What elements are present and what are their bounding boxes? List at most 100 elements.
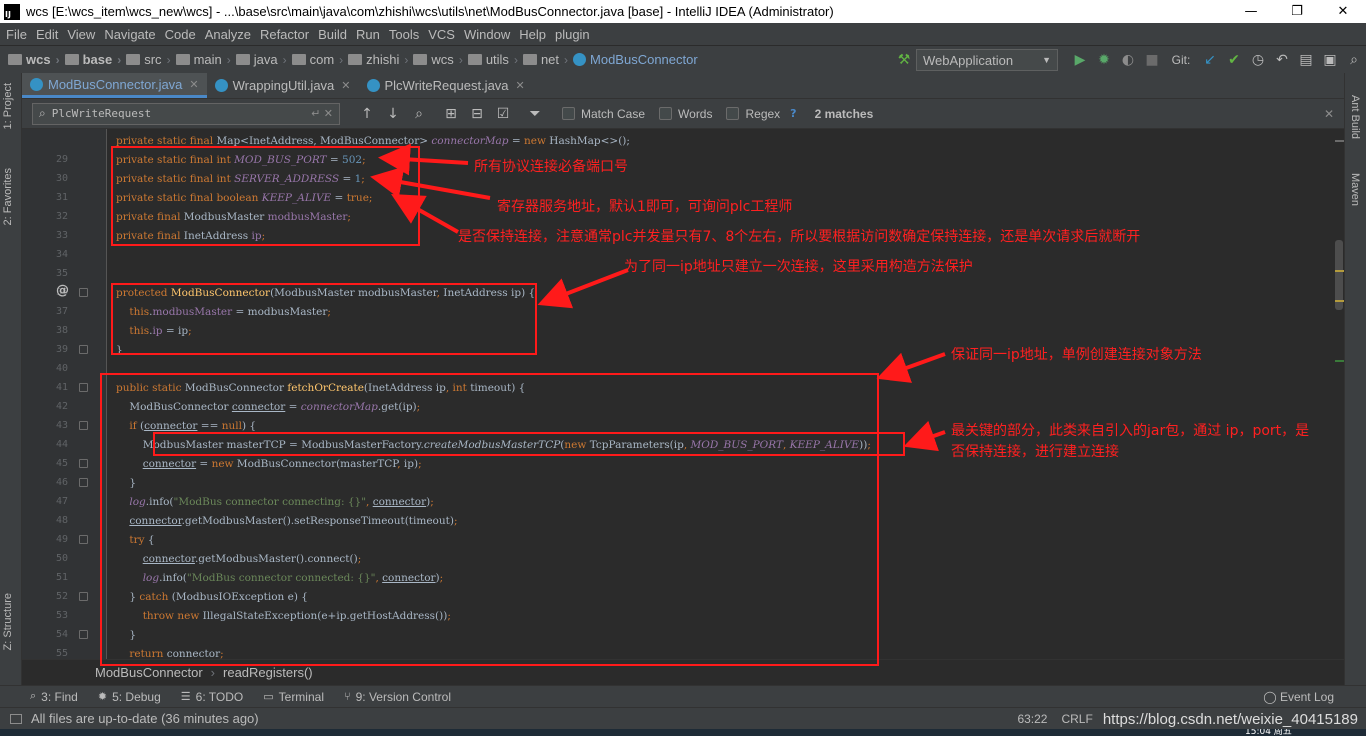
fold-marker-icon[interactable] [79,421,88,430]
menu-plugin[interactable]: plugin [555,27,590,42]
close-tab-icon[interactable]: ✕ [189,78,198,91]
menu-file[interactable]: File [6,27,27,42]
menu-window[interactable]: Window [464,27,510,42]
fold-marker-icon[interactable] [79,383,88,392]
tab-wrappingutil[interactable]: WrappingUtil.java ✕ [207,73,359,98]
previous-occurrence-icon[interactable]: ↑ [354,106,380,122]
todo-icon: ☰ [180,691,191,703]
menu-analyze[interactable]: Analyze [205,27,251,42]
close-button[interactable]: ✕ [1320,0,1366,23]
regex-checkbox[interactable]: Regex [726,107,780,121]
build-hammer-icon[interactable]: ⚒ [892,49,916,71]
version-control-tool-button[interactable]: ⑂ 9: Version Control [344,690,451,704]
override-at-icon[interactable]: @ [56,283,69,298]
debug-icon[interactable]: ✹ [1092,49,1116,71]
class-icon [573,53,587,66]
menu-navigate[interactable]: Navigate [104,27,155,42]
breadcrumb-class[interactable]: ModBusConnector [95,665,203,680]
search-icon: ⌕ [30,690,37,702]
crumb-wcs[interactable]: wcs › [8,52,65,67]
line-separator[interactable]: CRLF [1061,712,1092,726]
crumb-net[interactable]: net › [522,52,573,67]
find-all-icon[interactable]: ⌕ [406,106,432,122]
fold-marker-icon[interactable] [79,535,88,544]
terminal-tool-button[interactable]: ▭ Terminal [263,690,324,704]
coverage-icon[interactable]: ◐ [1116,49,1140,71]
caret-position[interactable]: 63:22 [1017,712,1047,726]
history-icon[interactable]: ◷ [1246,49,1270,71]
event-log-button[interactable]: ◯ Event Log [1263,690,1334,704]
fold-marker-icon[interactable] [79,478,88,487]
project-structure-icon[interactable]: ▤ [1294,49,1318,71]
ant-build-tool-tab[interactable]: Ant Build [1349,95,1361,139]
select-all-occurrences-icon[interactable]: ☑ [490,106,516,122]
regex-help-icon[interactable]: ? [790,107,796,120]
menu-run[interactable]: Run [356,27,380,42]
crumb-src[interactable]: src › [126,52,175,67]
find-tool-button[interactable]: ⌕ 3: Find [30,690,78,704]
search-everywhere-icon[interactable]: ⌕ [1342,49,1366,71]
close-tab-icon[interactable]: ✕ [341,79,350,92]
menu-code[interactable]: Code [165,27,196,42]
search-input[interactable]: ⌕ PlcWriteRequest ↵ ✕ [32,102,340,125]
navigation-bar: wcs › base › src › main › java › com › zhishi ›… [0,45,1366,73]
fold-marker-icon[interactable] [79,459,88,468]
annotation-create-master-1: 最关键的部分，此类来自引入的jar包，通过 ip，port，是 [951,423,1310,439]
git-update-icon[interactable]: ↙ [1198,49,1222,71]
add-selection-icon[interactable]: ⊞ [438,106,464,122]
menu-refactor[interactable]: Refactor [260,27,309,42]
editor-breadcrumb: ModBusConnector › readRegisters() [22,659,1344,685]
fold-marker-icon[interactable] [79,592,88,601]
run-config-select[interactable]: WebApplication ▼ [916,49,1058,71]
close-find-icon[interactable]: ✕ [1324,107,1334,121]
crumb-wcs-pkg[interactable]: wcs › [413,52,467,67]
close-tab-icon[interactable]: ✕ [516,79,525,92]
maximize-button[interactable]: ❐ [1274,0,1320,23]
words-checkbox[interactable]: Words [659,107,712,121]
scroll-marker [1335,300,1344,302]
menu-tools[interactable]: Tools [389,27,419,42]
structure-tool-tab[interactable]: Z: Structure [2,593,14,650]
tab-modbusconnector[interactable]: ModBusConnector.java ✕ [22,73,207,98]
crumb-main[interactable]: main › [175,52,236,67]
scroll-marker [1335,270,1344,272]
menu-build[interactable]: Build [318,27,347,42]
crumb-utils[interactable]: utils › [467,52,523,67]
window-icon[interactable]: ▣ [1318,49,1342,71]
crumb-base[interactable]: base › [64,52,127,67]
crumb-class[interactable]: ModBusConnector [573,52,698,67]
maven-tool-tab[interactable]: Maven [1349,173,1361,206]
favorites-tool-tab[interactable]: 2: Favorites [2,168,14,225]
menu-edit[interactable]: Edit [36,27,58,42]
todo-tool-button[interactable]: ☰ 6: TODO [181,690,243,704]
breadcrumb-method[interactable]: readRegisters() [223,665,313,680]
match-case-checkbox[interactable]: Match Case [562,107,645,121]
unselect-occurrence-icon[interactable]: ⊟ [464,106,490,122]
debug-tool-button[interactable]: ✹ 5: Debug [98,690,161,704]
git-commit-icon[interactable]: ✔ [1222,49,1246,71]
run-icon[interactable]: ▶ [1068,49,1092,71]
annotation-create-master-2: 否保持连接，进行建立连接 [951,444,1119,460]
fold-marker-icon[interactable] [79,288,88,297]
tab-plcwriterequest[interactable]: PlcWriteRequest.java ✕ [359,73,533,98]
crumb-zhishi[interactable]: zhishi › [348,52,413,67]
fold-marker-icon[interactable] [79,345,88,354]
menu-vcs[interactable]: VCS [428,27,455,42]
crumb-java[interactable]: java › [235,52,292,67]
folder-icon [413,54,428,65]
status-window-icon[interactable] [10,713,22,724]
minimize-button[interactable]: — [1228,0,1274,23]
crumb-com[interactable]: com › [291,52,349,67]
tool-windows-bar: ⌕ 3: Find ✹ 5: Debug ☰ 6: TODO ▭ Terminal ⑂ 9… [0,685,1366,707]
event-log-icon: ◯ [1263,689,1280,704]
menu-view[interactable]: View [67,27,95,42]
menu-help[interactable]: Help [519,27,546,42]
project-tool-tab[interactable]: 1: Project [2,83,14,129]
bug-icon: ✹ [97,691,108,703]
filter-icon[interactable]: ⏷ [522,106,548,122]
next-occurrence-icon[interactable]: ↓ [380,106,406,122]
fold-marker-icon[interactable] [79,630,88,639]
revert-icon[interactable]: ↶ [1270,49,1294,71]
clear-and-history-icon[interactable]: ↵ ✕ [311,107,333,120]
stop-icon[interactable]: ■ [1140,49,1164,71]
